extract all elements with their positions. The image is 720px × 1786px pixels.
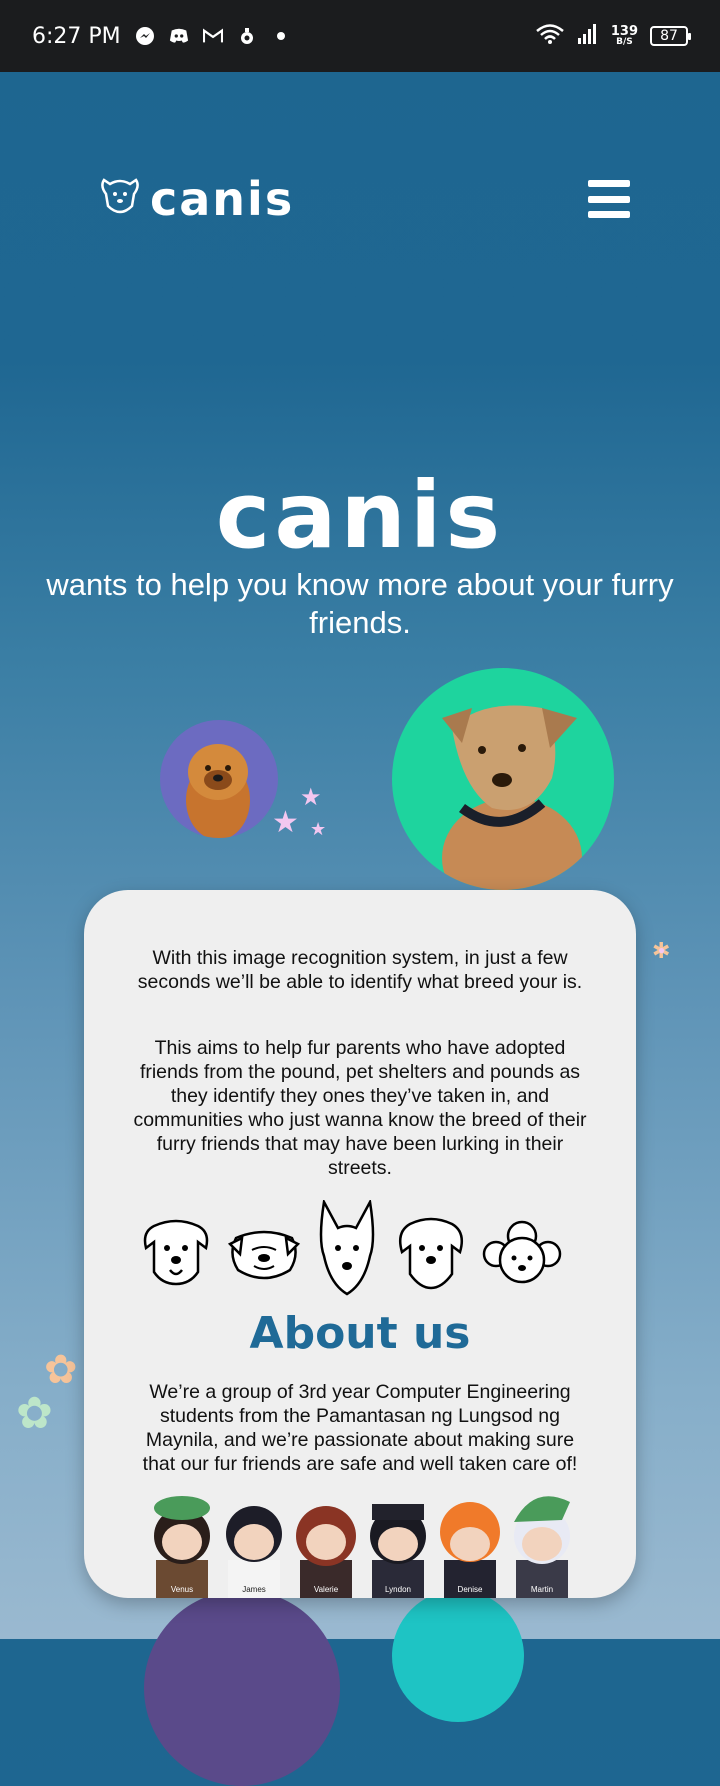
- team-member-name: Valerie: [313, 1585, 339, 1594]
- network-speed-unit: B/S: [616, 37, 633, 47]
- status-bar: 6:27 PM 139 B/S 87: [0, 0, 720, 72]
- menu-bar: [588, 180, 630, 187]
- team-member-valerie: Valerie: [288, 1486, 364, 1600]
- stray-dog-image: [392, 668, 614, 890]
- pug-icon: [228, 1230, 300, 1280]
- team-member-name: Denise: [457, 1585, 483, 1594]
- about-us-heading: About us: [249, 1308, 471, 1359]
- network-speed: 139 B/S: [611, 25, 638, 47]
- flower-icon: ✿: [44, 1348, 78, 1392]
- site-logo[interactable]: canis: [100, 172, 294, 226]
- purpose-paragraph: This aims to help fur parents who have a…: [133, 1037, 587, 1179]
- team-member-name: Lyndon: [385, 1585, 411, 1594]
- sparkle-icon: ★: [272, 806, 299, 839]
- team-member-name: Martin: [530, 1585, 554, 1594]
- signal-icon: [577, 23, 599, 49]
- dot-icon: ●: [658, 943, 666, 957]
- dog-logo-icon: [100, 176, 140, 223]
- status-bar-right: 139 B/S 87: [535, 23, 691, 49]
- flower-icon: ✿: [16, 1389, 53, 1438]
- poodle-icon: [482, 1220, 562, 1284]
- sparkle-icon: ★: [310, 819, 327, 839]
- intro-paragraph: With this image recognition system, in j…: [137, 947, 583, 993]
- app-notification-icon: [237, 26, 257, 46]
- team-member-venus: Venus: [144, 1486, 220, 1600]
- gmail-icon: [202, 26, 223, 46]
- wifi-icon: [535, 23, 565, 49]
- team-member-name: Venus: [170, 1585, 194, 1594]
- chow-chow-dog-image: [160, 720, 278, 838]
- battery-indicator: 87: [650, 26, 691, 46]
- labrador-icon: [143, 1219, 209, 1286]
- team-member-lyndon: Lyndon: [360, 1486, 436, 1600]
- discord-icon: [169, 26, 189, 46]
- logo-text: canis: [150, 172, 295, 226]
- status-time: 6:27 PM: [32, 23, 121, 49]
- sparkle-icon: ★: [300, 784, 322, 811]
- team-avatars: Venus James Valerie Lyndon Denise Martin: [144, 1486, 584, 1600]
- menu-bar: [588, 195, 630, 203]
- team-member-james: James: [216, 1486, 292, 1600]
- menu-hamburger-icon[interactable]: [588, 180, 630, 218]
- messenger-icon: [135, 26, 155, 46]
- team-member-denise: Denise: [432, 1486, 508, 1600]
- dog-breed-icons: [140, 1200, 580, 1300]
- more-notifications-dot-icon: [271, 26, 291, 46]
- german-shepherd-icon: [319, 1200, 375, 1296]
- status-bar-left: 6:27 PM: [32, 24, 291, 49]
- about-us-paragraph: We’re a group of 3rd year Computer Engin…: [142, 1381, 578, 1475]
- team-member-martin: Martin: [504, 1486, 580, 1600]
- golden-retriever-icon: [399, 1217, 463, 1290]
- hero-subtitle: wants to help you know more about your f…: [46, 567, 674, 640]
- german-shepherd-image: [144, 1590, 340, 1786]
- info-card: With this image recognition system, in j…: [84, 890, 636, 1600]
- menu-bar: [588, 211, 630, 218]
- team-member-name: James: [242, 1585, 266, 1594]
- poodle-image: [392, 1590, 524, 1722]
- hero-title: canis: [215, 462, 505, 569]
